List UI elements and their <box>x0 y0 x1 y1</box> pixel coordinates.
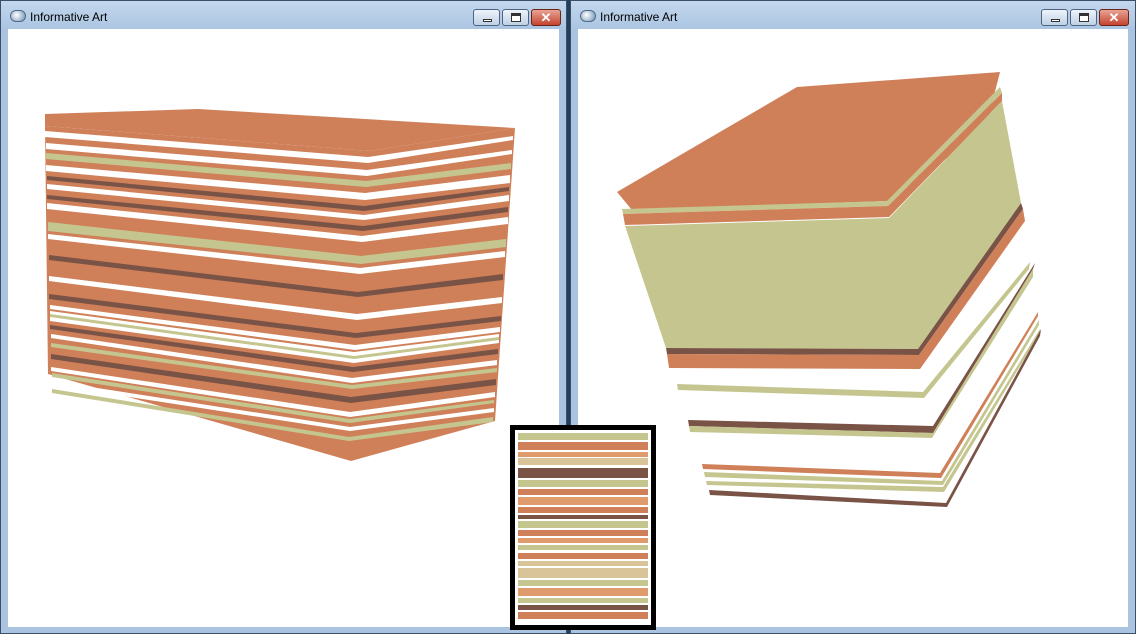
window-title: Informative Art <box>600 10 678 24</box>
layered-box-left <box>45 109 515 461</box>
close-button[interactable]: ✕ <box>531 9 561 26</box>
maximize-button[interactable] <box>502 9 529 26</box>
maximize-icon <box>1071 10 1096 25</box>
window-left[interactable]: Informative Art ✕ <box>0 0 567 634</box>
close-button[interactable]: ✕ <box>1099 9 1129 26</box>
layered-box-right <box>617 72 1041 507</box>
close-icon: ✕ <box>540 10 552 25</box>
canvas-area <box>578 29 1128 627</box>
app-icon <box>580 10 596 22</box>
minimize-icon <box>1042 10 1067 25</box>
canvas-area <box>8 29 559 627</box>
close-icon: ✕ <box>1108 10 1120 25</box>
minimize-icon <box>474 10 499 25</box>
minimize-button[interactable] <box>473 9 500 26</box>
app-icon <box>10 10 26 22</box>
maximize-button[interactable] <box>1070 9 1097 26</box>
title-bar[interactable]: Informative Art ✕ <box>571 1 1135 29</box>
minimize-button[interactable] <box>1041 9 1068 26</box>
maximize-icon <box>503 10 528 25</box>
stripe-preview-panel <box>510 425 656 630</box>
stripe-preview <box>515 430 651 625</box>
window-title: Informative Art <box>30 10 108 24</box>
title-bar[interactable]: Informative Art ✕ <box>1 1 566 29</box>
